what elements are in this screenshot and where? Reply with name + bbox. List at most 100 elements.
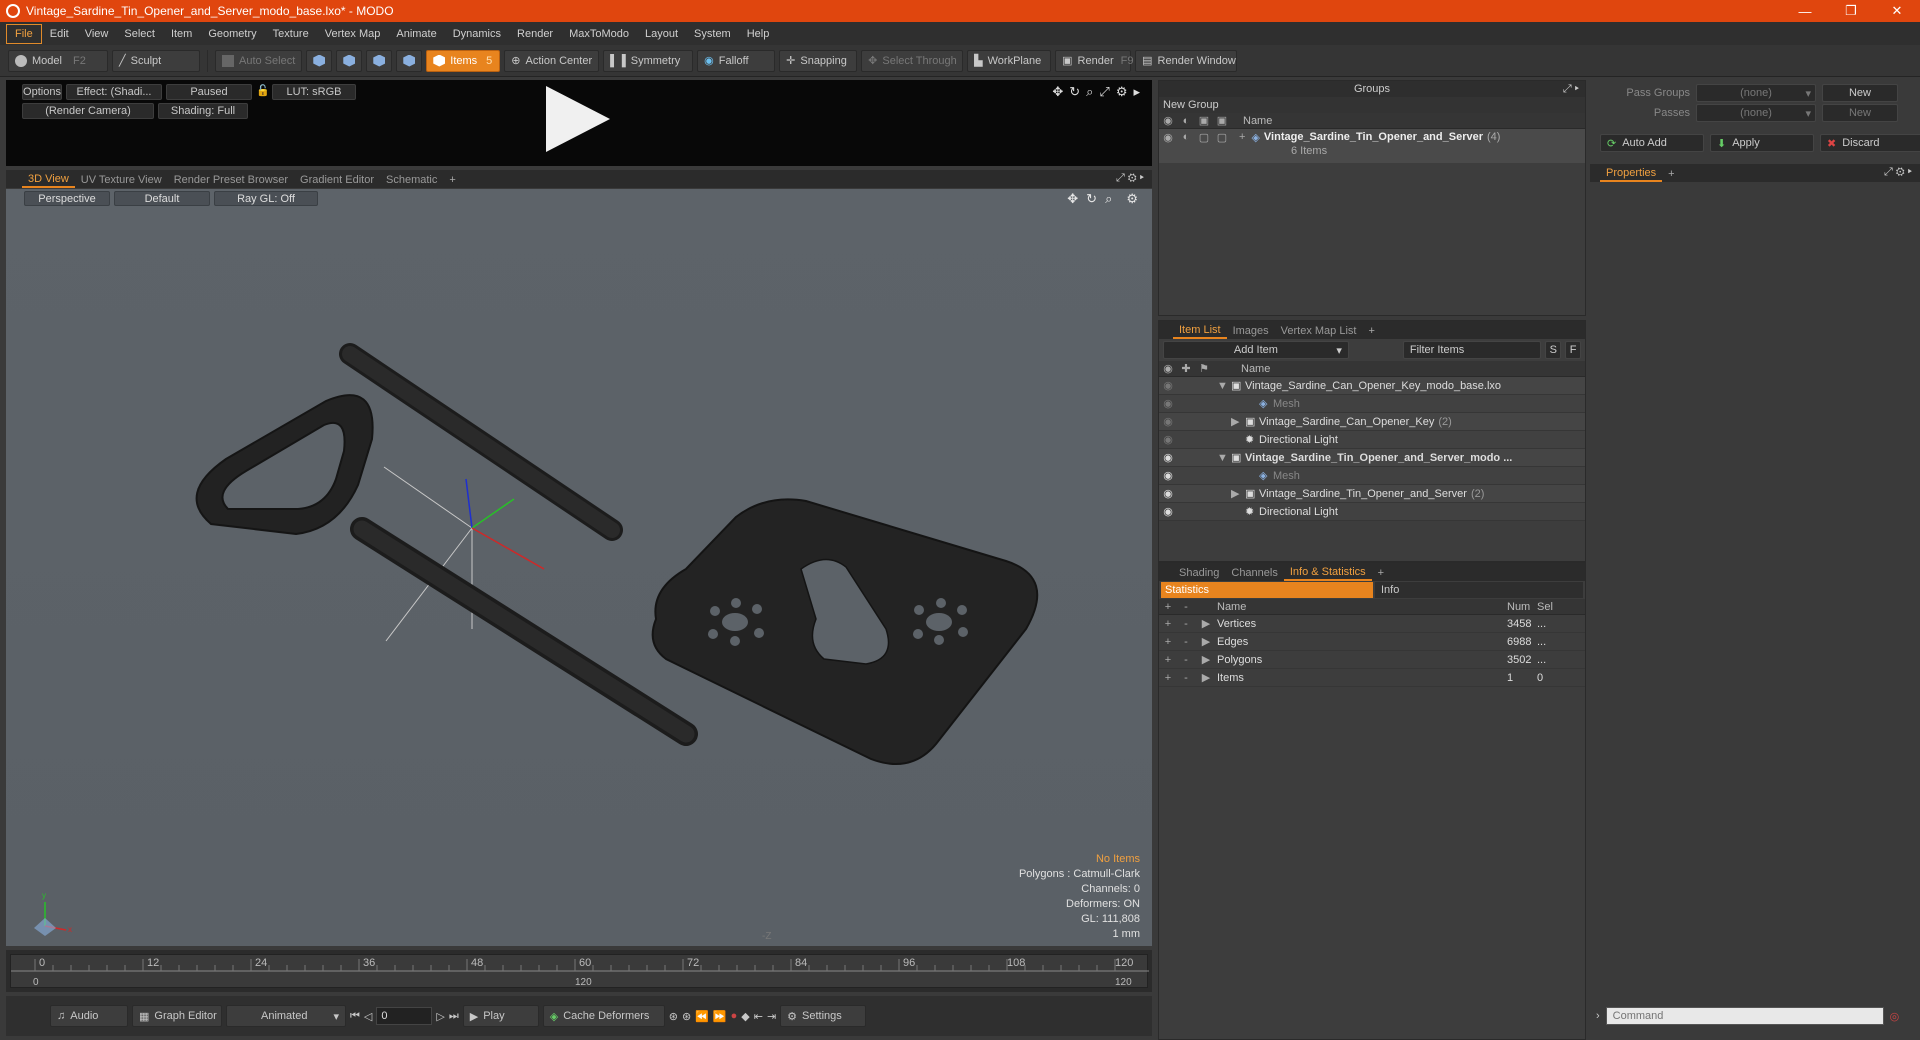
tab-schematic[interactable]: Schematic	[380, 172, 443, 188]
edges-mode-button[interactable]	[336, 49, 363, 72]
tab-channels[interactable]: Channels	[1225, 565, 1283, 581]
command-input[interactable]	[1605, 1007, 1884, 1025]
pin-col-icon[interactable]: ⚑	[1195, 362, 1213, 375]
materials-mode-button[interactable]	[396, 49, 423, 72]
select-col-icon[interactable]: ▣	[1213, 114, 1231, 127]
settings-button[interactable]: ⚙ Settings	[780, 1005, 867, 1027]
discard-button[interactable]: ✖ Discard	[1820, 134, 1920, 152]
timeline-ruler[interactable]: 0 12 24 36 48 60 72 84 96 108 120 0 120 …	[10, 954, 1149, 988]
tab-render-preset-browser[interactable]: Render Preset Browser	[168, 172, 294, 188]
menu-edit[interactable]: Edit	[42, 25, 77, 43]
action-center-button[interactable]: ⊕ Action Center	[504, 49, 600, 72]
eye-icon[interactable]: ◉	[1159, 469, 1177, 482]
close-button[interactable]: ✕	[1874, 0, 1920, 22]
expand-arrow-icon[interactable]: ▶	[1195, 635, 1217, 648]
shading-dropdown[interactable]: Shading: Full	[158, 103, 248, 119]
snapping-button[interactable]: ✛ Snapping	[779, 49, 858, 72]
minus-icon[interactable]: -	[1177, 672, 1195, 684]
eye-icon[interactable]: ◉	[1159, 379, 1177, 392]
stat-row[interactable]: + - ▶ Items 1 0	[1159, 669, 1585, 687]
new-pass-button[interactable]: New	[1822, 104, 1898, 122]
menu-file[interactable]: File	[6, 23, 42, 44]
command-record-icon[interactable]: ◎	[1890, 1010, 1900, 1023]
item-list-row[interactable]: ◉ ◈ Mesh	[1159, 467, 1585, 485]
expand-plus-icon[interactable]: +	[1239, 131, 1245, 143]
filter-items-input[interactable]: Filter Items	[1402, 341, 1542, 359]
tab-3d-view[interactable]: 3D View	[22, 172, 75, 188]
expand-arrow-icon[interactable]: ▼	[1217, 380, 1231, 392]
tab-gradient-editor[interactable]: Gradient Editor	[294, 172, 380, 188]
lock-col-icon[interactable]: ▣	[1195, 114, 1213, 127]
new-group-button[interactable]: New Group	[1159, 97, 1585, 113]
plus-col-icon[interactable]: ✚	[1177, 362, 1195, 375]
plus-icon[interactable]: +	[1159, 654, 1177, 666]
render-button[interactable]: ▣ Render F9	[1055, 49, 1133, 72]
plus-icon[interactable]: +	[1159, 618, 1177, 630]
prev-key-icon[interactable]: ⏪	[695, 1010, 709, 1023]
expand-all-icon[interactable]: +	[1159, 601, 1177, 613]
skip-start-icon[interactable]: ⏮	[350, 1010, 360, 1023]
stat-row[interactable]: + - ▶ Polygons 3502...	[1159, 651, 1585, 669]
menu-system[interactable]: System	[686, 25, 739, 43]
render-window-button[interactable]: ▤ Render Window	[1135, 49, 1238, 72]
item-list-row[interactable]: ◉ ▶ ▣ Vintage_Sardine_Can_Opener_Key (2)	[1159, 413, 1585, 431]
expand-icon[interactable]: ⤢ ▸	[1563, 83, 1579, 96]
eye-icon[interactable]: ◉	[1159, 505, 1177, 518]
step-forward-icon[interactable]: ▷	[436, 1010, 444, 1023]
items-mode-button[interactable]: Items 5	[426, 49, 501, 72]
menu-dynamics[interactable]: Dynamics	[445, 25, 509, 43]
vertices-mode-button[interactable]	[306, 49, 333, 72]
rotate-view-icon[interactable]: ↻	[1069, 84, 1080, 100]
auto-key-icon[interactable]: ⊛	[682, 1010, 691, 1023]
expand-arrow-icon[interactable]: ▶	[1231, 487, 1245, 500]
add-panel-tab[interactable]: +	[1362, 323, 1380, 339]
zoom-icon[interactable]: ⌕	[1086, 84, 1093, 100]
auto-select-button[interactable]: Auto Select	[215, 49, 303, 72]
key-icon[interactable]: ⊛	[669, 1010, 678, 1023]
item-list-row[interactable]: ◉ ▼ ▣ Vintage_Sardine_Can_Opener_Key_modo_b…	[1159, 377, 1585, 395]
add-properties-tab[interactable]: +	[1662, 166, 1680, 182]
tab-uv-texture-view[interactable]: UV Texture View	[75, 172, 168, 188]
first-key-icon[interactable]: ⇤	[754, 1010, 763, 1023]
eye-icon[interactable]: ◉	[1159, 487, 1177, 500]
animated-dropdown[interactable]: Animated ▾	[226, 1005, 346, 1027]
collapse-all-icon[interactable]: -	[1177, 601, 1195, 613]
minus-icon[interactable]: -	[1177, 618, 1195, 630]
sculpt-mode-button[interactable]: ╱ Sculpt	[112, 49, 200, 72]
menu-help[interactable]: Help	[739, 25, 778, 43]
last-key-icon[interactable]: ⇥	[767, 1010, 776, 1023]
minus-icon[interactable]: -	[1177, 654, 1195, 666]
menu-render[interactable]: Render	[509, 25, 561, 43]
menu-view[interactable]: View	[77, 25, 117, 43]
falloff-button[interactable]: ◉ Falloff	[697, 49, 776, 72]
stat-row[interactable]: + - ▶ Edges 6988...	[1159, 633, 1585, 651]
restore-button[interactable]: ❐	[1828, 0, 1874, 22]
menu-texture[interactable]: Texture	[265, 25, 317, 43]
add-stats-tab[interactable]: +	[1372, 565, 1390, 581]
pass-groups-dropdown[interactable]: (none) ▾	[1696, 84, 1816, 102]
maximize-icon[interactable]: ⤢	[1099, 84, 1109, 100]
info-tab[interactable]: Info	[1375, 582, 1583, 598]
select-toggle-icon[interactable]: ▢	[1213, 131, 1231, 144]
viewport-tab-tools[interactable]: ⤢ ⚙ ▸	[1116, 172, 1144, 185]
plus-icon[interactable]: +	[1159, 636, 1177, 648]
move-view-icon[interactable]: ✥	[1052, 84, 1063, 100]
item-list-row[interactable]: ◉ ▶ ▣ Vintage_Sardine_Tin_Opener_and_Server…	[1159, 485, 1585, 503]
preview-options-button[interactable]: Options	[22, 84, 62, 100]
eye-icon[interactable]: ◉	[1159, 415, 1177, 428]
expand-arrow-icon[interactable]: ▼	[1217, 452, 1231, 464]
lut-dropdown[interactable]: LUT: sRGB	[272, 84, 356, 100]
expand-arrow-icon[interactable]: ▶	[1195, 671, 1217, 684]
tab-shading[interactable]: Shading	[1173, 565, 1225, 581]
menu-layout[interactable]: Layout	[637, 25, 686, 43]
menu-geometry[interactable]: Geometry	[200, 25, 264, 43]
eye-icon[interactable]: ◉	[1159, 451, 1177, 464]
audio-button[interactable]: ♫ Audio	[50, 1005, 128, 1027]
item-list-row[interactable]: ◉ ▼ ▣ Vintage_Sardine_Tin_Opener_and_Server…	[1159, 449, 1585, 467]
record-icon[interactable]: ●	[731, 1010, 738, 1022]
play-icon[interactable]	[546, 86, 610, 152]
menu-maxtomodo[interactable]: MaxToModo	[561, 25, 637, 43]
render-camera-dropdown[interactable]: (Render Camera)	[22, 103, 154, 119]
cache-deformers-button[interactable]: ◈ Cache Deformers	[542, 1005, 665, 1027]
new-pass-group-button[interactable]: New	[1822, 84, 1898, 102]
